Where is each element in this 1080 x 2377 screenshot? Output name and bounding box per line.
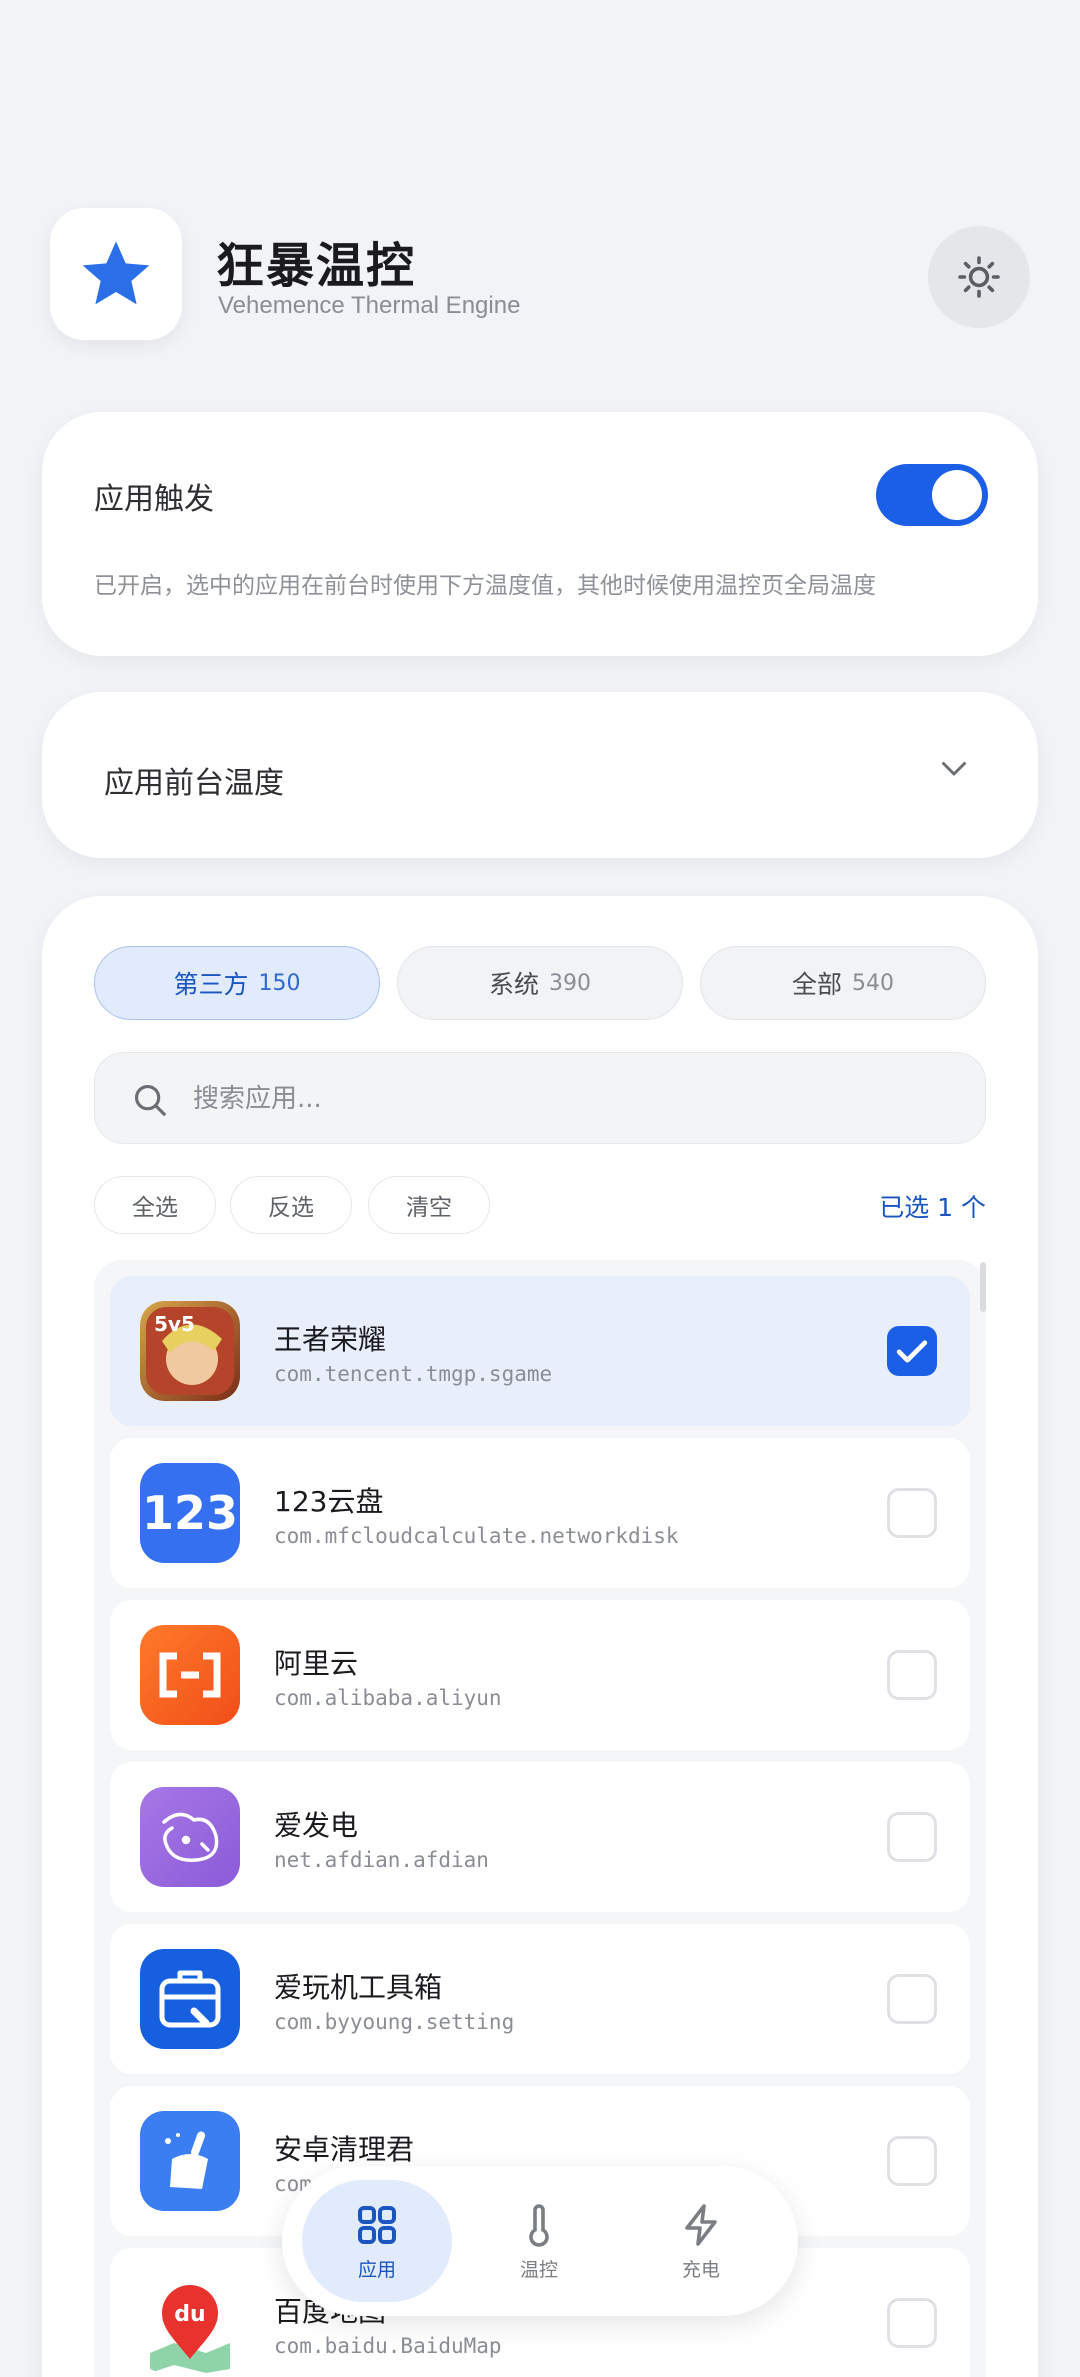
app-logo (50, 208, 182, 340)
tab-label: 系统 (488, 970, 539, 999)
svg-text:du: du (174, 2302, 205, 2327)
app-checkbox[interactable] (887, 2136, 937, 2186)
tab-system[interactable]: 系统 390 (397, 946, 683, 1020)
toggle-knob (932, 470, 982, 520)
tab-count: 540 (852, 970, 894, 996)
sun-icon (958, 256, 1000, 298)
foreground-temp-title: 应用前台温度 (104, 766, 284, 801)
tab-label: 全部 (791, 970, 842, 999)
app-subtitle: Vehemence Thermal Engine (218, 292, 521, 319)
list-item[interactable]: 阿里云 com.alibaba.aliyun (110, 1600, 970, 1750)
app-icon-cloud-disk: 123 (140, 1463, 240, 1563)
tab-label: 第三方 (173, 970, 249, 999)
app-icon-aliyun (140, 1625, 240, 1725)
app-package: com.alibaba.aliyun (274, 1686, 502, 1710)
svg-text:123: 123 (142, 1486, 238, 1540)
app-checkbox[interactable] (887, 1650, 937, 1700)
check-icon (896, 1340, 928, 1363)
bottom-nav: 应用 温控 充电 (282, 2166, 798, 2316)
app-trigger-card: 应用触发 已开启，选中的应用在前台时使用下方温度值，其他时候使用温控页全局温度 (42, 412, 1038, 656)
app-icon-afdian (140, 1787, 240, 1887)
trigger-description: 已开启，选中的应用在前台时使用下方温度值，其他时候使用温控页全局温度 (94, 573, 876, 599)
app-name: 王者荣耀 (274, 1323, 387, 1356)
nav-label: 温控 (519, 2258, 558, 2281)
selected-count: 已选 1 个 (879, 1193, 986, 1222)
app-package: com.baidu.BaiduMap (274, 2334, 502, 2358)
star-icon (82, 241, 150, 305)
nav-label: 充电 (681, 2258, 720, 2281)
list-item[interactable]: 123 123云盘 com.mfcloudcalculate.networkdi… (110, 1438, 970, 1588)
app-trigger-toggle[interactable] (876, 464, 988, 526)
list-item[interactable]: 5v5 王者荣耀 com.tencent.tmgp.sgame (110, 1276, 970, 1426)
app-icon-cleaner (140, 2111, 240, 2211)
chevron-down-icon[interactable] (936, 750, 972, 786)
list-scrollbar[interactable] (980, 1262, 986, 1312)
search-box[interactable] (94, 1052, 986, 1144)
app-title: 狂暴温控 (216, 238, 417, 294)
app-icon-toolbox (140, 1949, 240, 2049)
app-package: com.byyoung.setting (274, 2010, 515, 2034)
tab-count: 150 (258, 970, 301, 996)
thermometer-icon (529, 2203, 549, 2247)
app-checkbox[interactable] (887, 1488, 937, 1538)
app-package: com.tencent.tmgp.sgame (274, 1362, 553, 1386)
app-list-card: 第三方 150 系统 390 全部 540 全选 反选 清空 已选 1 个 (42, 896, 1038, 2377)
clear-selection-button[interactable]: 清空 (368, 1176, 490, 1234)
list-item[interactable]: 爱玩机工具箱 com.byyoung.setting (110, 1924, 970, 2074)
app-checkbox[interactable] (887, 2298, 937, 2348)
app-checkbox[interactable] (887, 1326, 937, 1376)
search-icon (134, 1084, 166, 1116)
app-name: 123云盘 (274, 1485, 384, 1518)
app-checkbox[interactable] (887, 1974, 937, 2024)
lightning-icon (685, 2203, 717, 2246)
tab-all[interactable]: 全部 540 (700, 946, 986, 1020)
app-icon-baidu-map: du (140, 2273, 240, 2373)
invert-selection-button[interactable]: 反选 (230, 1176, 352, 1234)
tab-count: 390 (549, 970, 591, 996)
select-all-button[interactable]: 全选 (94, 1176, 216, 1234)
nav-thermal[interactable]: 温控 (464, 2180, 614, 2302)
app-name: 爱玩机工具箱 (274, 1971, 443, 2004)
app-icon-game: 5v5 (140, 1301, 240, 1401)
foreground-temp-card[interactable]: 应用前台温度 (42, 692, 1038, 858)
grid-icon (358, 2205, 396, 2244)
app-name: 安卓清理君 (274, 2133, 415, 2166)
list-item[interactable]: 爱发电 net.afdian.afdian (110, 1762, 970, 1912)
app-package: com.mfcloudcalculate.networkdisk (274, 1524, 679, 1548)
app-checkbox[interactable] (887, 1812, 937, 1862)
theme-toggle-button[interactable] (928, 226, 1030, 328)
nav-apps[interactable]: 应用 (302, 2180, 452, 2302)
app-name: 阿里云 (274, 1647, 359, 1680)
app-name: 爱发电 (274, 1809, 359, 1842)
nav-charging[interactable]: 充电 (626, 2180, 776, 2302)
nav-label: 应用 (357, 2258, 396, 2281)
search-input[interactable] (193, 1071, 953, 1127)
tab-third-party[interactable]: 第三方 150 (94, 946, 380, 1020)
svg-text:5v5: 5v5 (154, 1312, 195, 1336)
app-package: net.afdian.afdian (274, 1848, 489, 1872)
trigger-title: 应用触发 (94, 482, 214, 517)
